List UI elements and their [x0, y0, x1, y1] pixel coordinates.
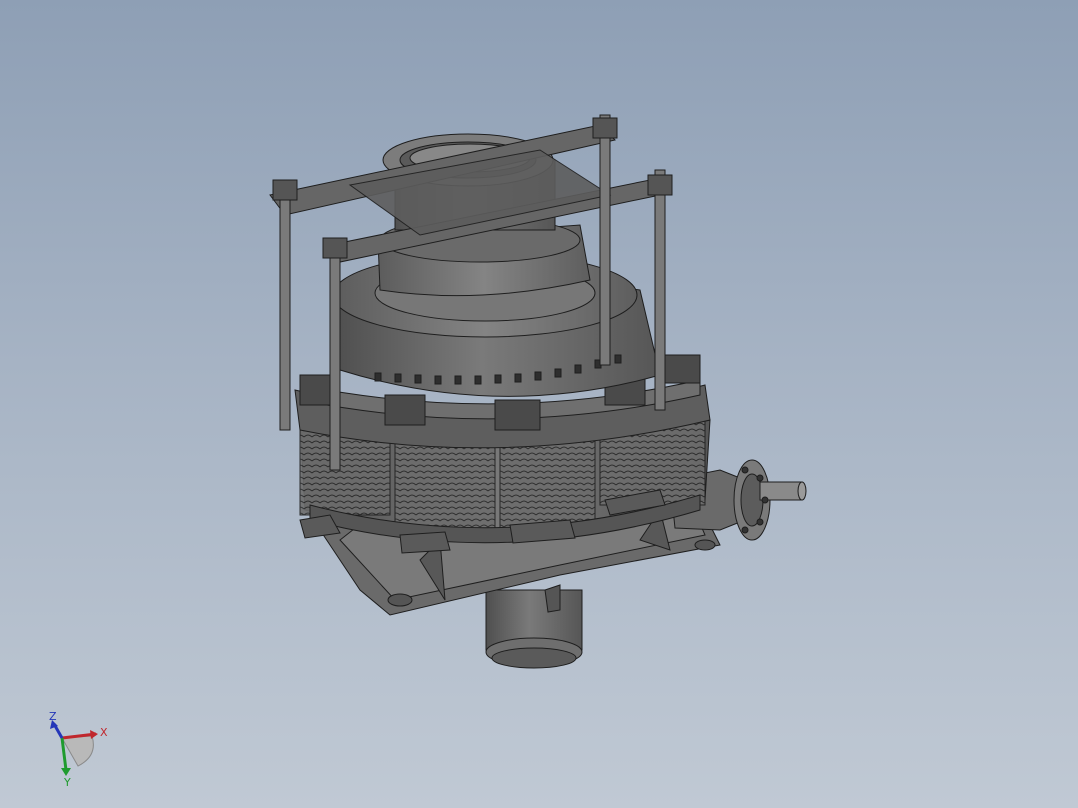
- triad-y-arrow: [61, 768, 71, 776]
- bottom-shaft: [485, 589, 583, 669]
- triad-y-label: Y: [63, 776, 71, 788]
- triad-x-label: X: [100, 726, 108, 739]
- triad-base: [61, 735, 94, 767]
- axis-triad: X Y Z: [40, 708, 120, 789]
- cone-crusher-model[interactable]: [0, 0, 1078, 808]
- triad-z-label: Z: [49, 710, 57, 723]
- 3d-viewport[interactable]: X Y Z: [0, 0, 1078, 808]
- triad-x-arrow: [90, 730, 98, 739]
